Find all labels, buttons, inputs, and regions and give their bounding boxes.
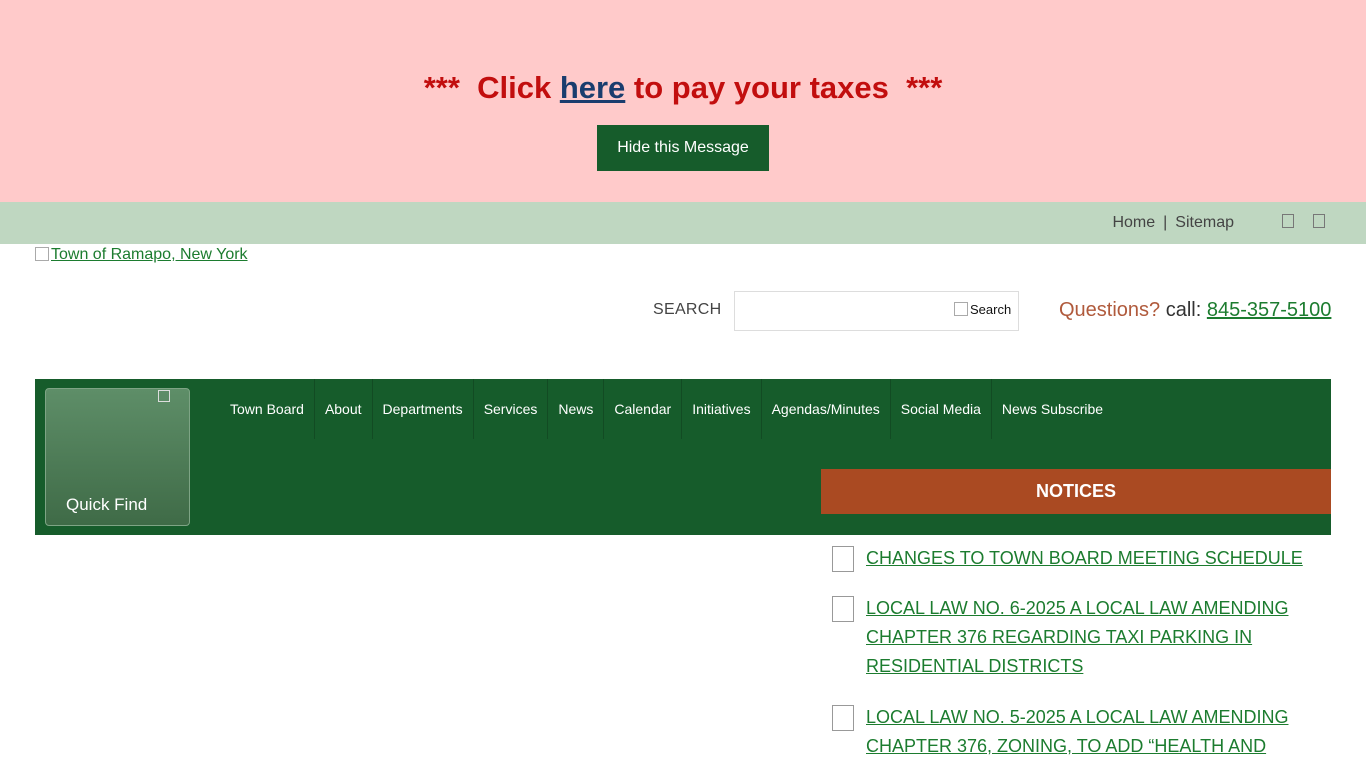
nav-item-initiatives[interactable]: Initiatives — [682, 379, 762, 439]
utility-bar: Home | Sitemap — [0, 202, 1366, 244]
tax-alert-message: *** Click here to pay your taxes *** — [0, 70, 1366, 106]
broken-image-icon — [35, 247, 49, 261]
alert-text-before: *** Click — [423, 70, 560, 105]
site-logo-link[interactable]: Town of Ramapo, New York — [35, 246, 248, 264]
nav-item-agendas-minutes[interactable]: Agendas/Minutes — [762, 379, 891, 439]
utility-links: Home | Sitemap — [1112, 202, 1234, 244]
questions-label: Questions? — [1059, 299, 1161, 321]
nav-item-about[interactable]: About — [315, 379, 373, 439]
quick-find-button[interactable]: Quick Find — [45, 388, 190, 526]
search-button[interactable]: Search — [954, 302, 1011, 317]
notices-heading: NOTICES — [821, 469, 1331, 514]
logo-alt-text: Town of Ramapo, New York — [51, 246, 248, 263]
notice-link[interactable]: LOCAL LAW NO. 5-2025 A LOCAL LAW AMENDIN… — [866, 703, 1311, 761]
utility-separator: | — [1163, 214, 1168, 231]
search-label: SEARCH — [653, 301, 722, 318]
tax-alert-banner: *** Click here to pay your taxes *** Hid… — [0, 0, 1366, 202]
sitemap-link[interactable]: Sitemap — [1175, 214, 1234, 232]
notice-link[interactable]: LOCAL LAW NO. 6-2025 A LOCAL LAW AMENDIN… — [866, 594, 1311, 681]
notice-checkbox[interactable] — [832, 596, 854, 622]
search-button-alt: Search — [970, 302, 1012, 317]
notice-checkbox[interactable] — [832, 546, 854, 572]
notice-checkbox[interactable] — [832, 705, 854, 731]
quick-find-label: Quick Find — [66, 495, 148, 514]
nav-item-calendar[interactable]: Calendar — [604, 379, 683, 439]
broken-image-icon — [954, 302, 968, 316]
contact-line: Questions? call: 845-357-5100 — [1059, 299, 1331, 322]
social-icon[interactable] — [1282, 214, 1294, 228]
nav-item-news[interactable]: News — [548, 379, 605, 439]
call-label: call: — [1160, 299, 1207, 321]
home-link[interactable]: Home — [1112, 214, 1155, 232]
alert-text-after: to pay your taxes *** — [625, 70, 943, 105]
phone-link[interactable]: 845-357-5100 — [1207, 299, 1332, 321]
nav-item-news-subscribe[interactable]: News Subscribe — [992, 379, 1113, 439]
nav-item-services[interactable]: Services — [474, 379, 549, 439]
nav-item-town-board[interactable]: Town Board — [220, 379, 315, 439]
social-icon[interactable] — [1313, 214, 1325, 228]
nav-item-social-media[interactable]: Social Media — [891, 379, 992, 439]
broken-image-icon — [158, 390, 170, 402]
notice-link[interactable]: CHANGES TO TOWN BOARD MEETING SCHEDULE — [866, 544, 1311, 573]
pay-taxes-link[interactable]: here — [560, 70, 625, 105]
main-menu: Town Board About Departments Services Ne… — [220, 379, 1113, 439]
hide-message-button[interactable]: Hide this Message — [597, 125, 769, 171]
nav-item-departments[interactable]: Departments — [373, 379, 474, 439]
